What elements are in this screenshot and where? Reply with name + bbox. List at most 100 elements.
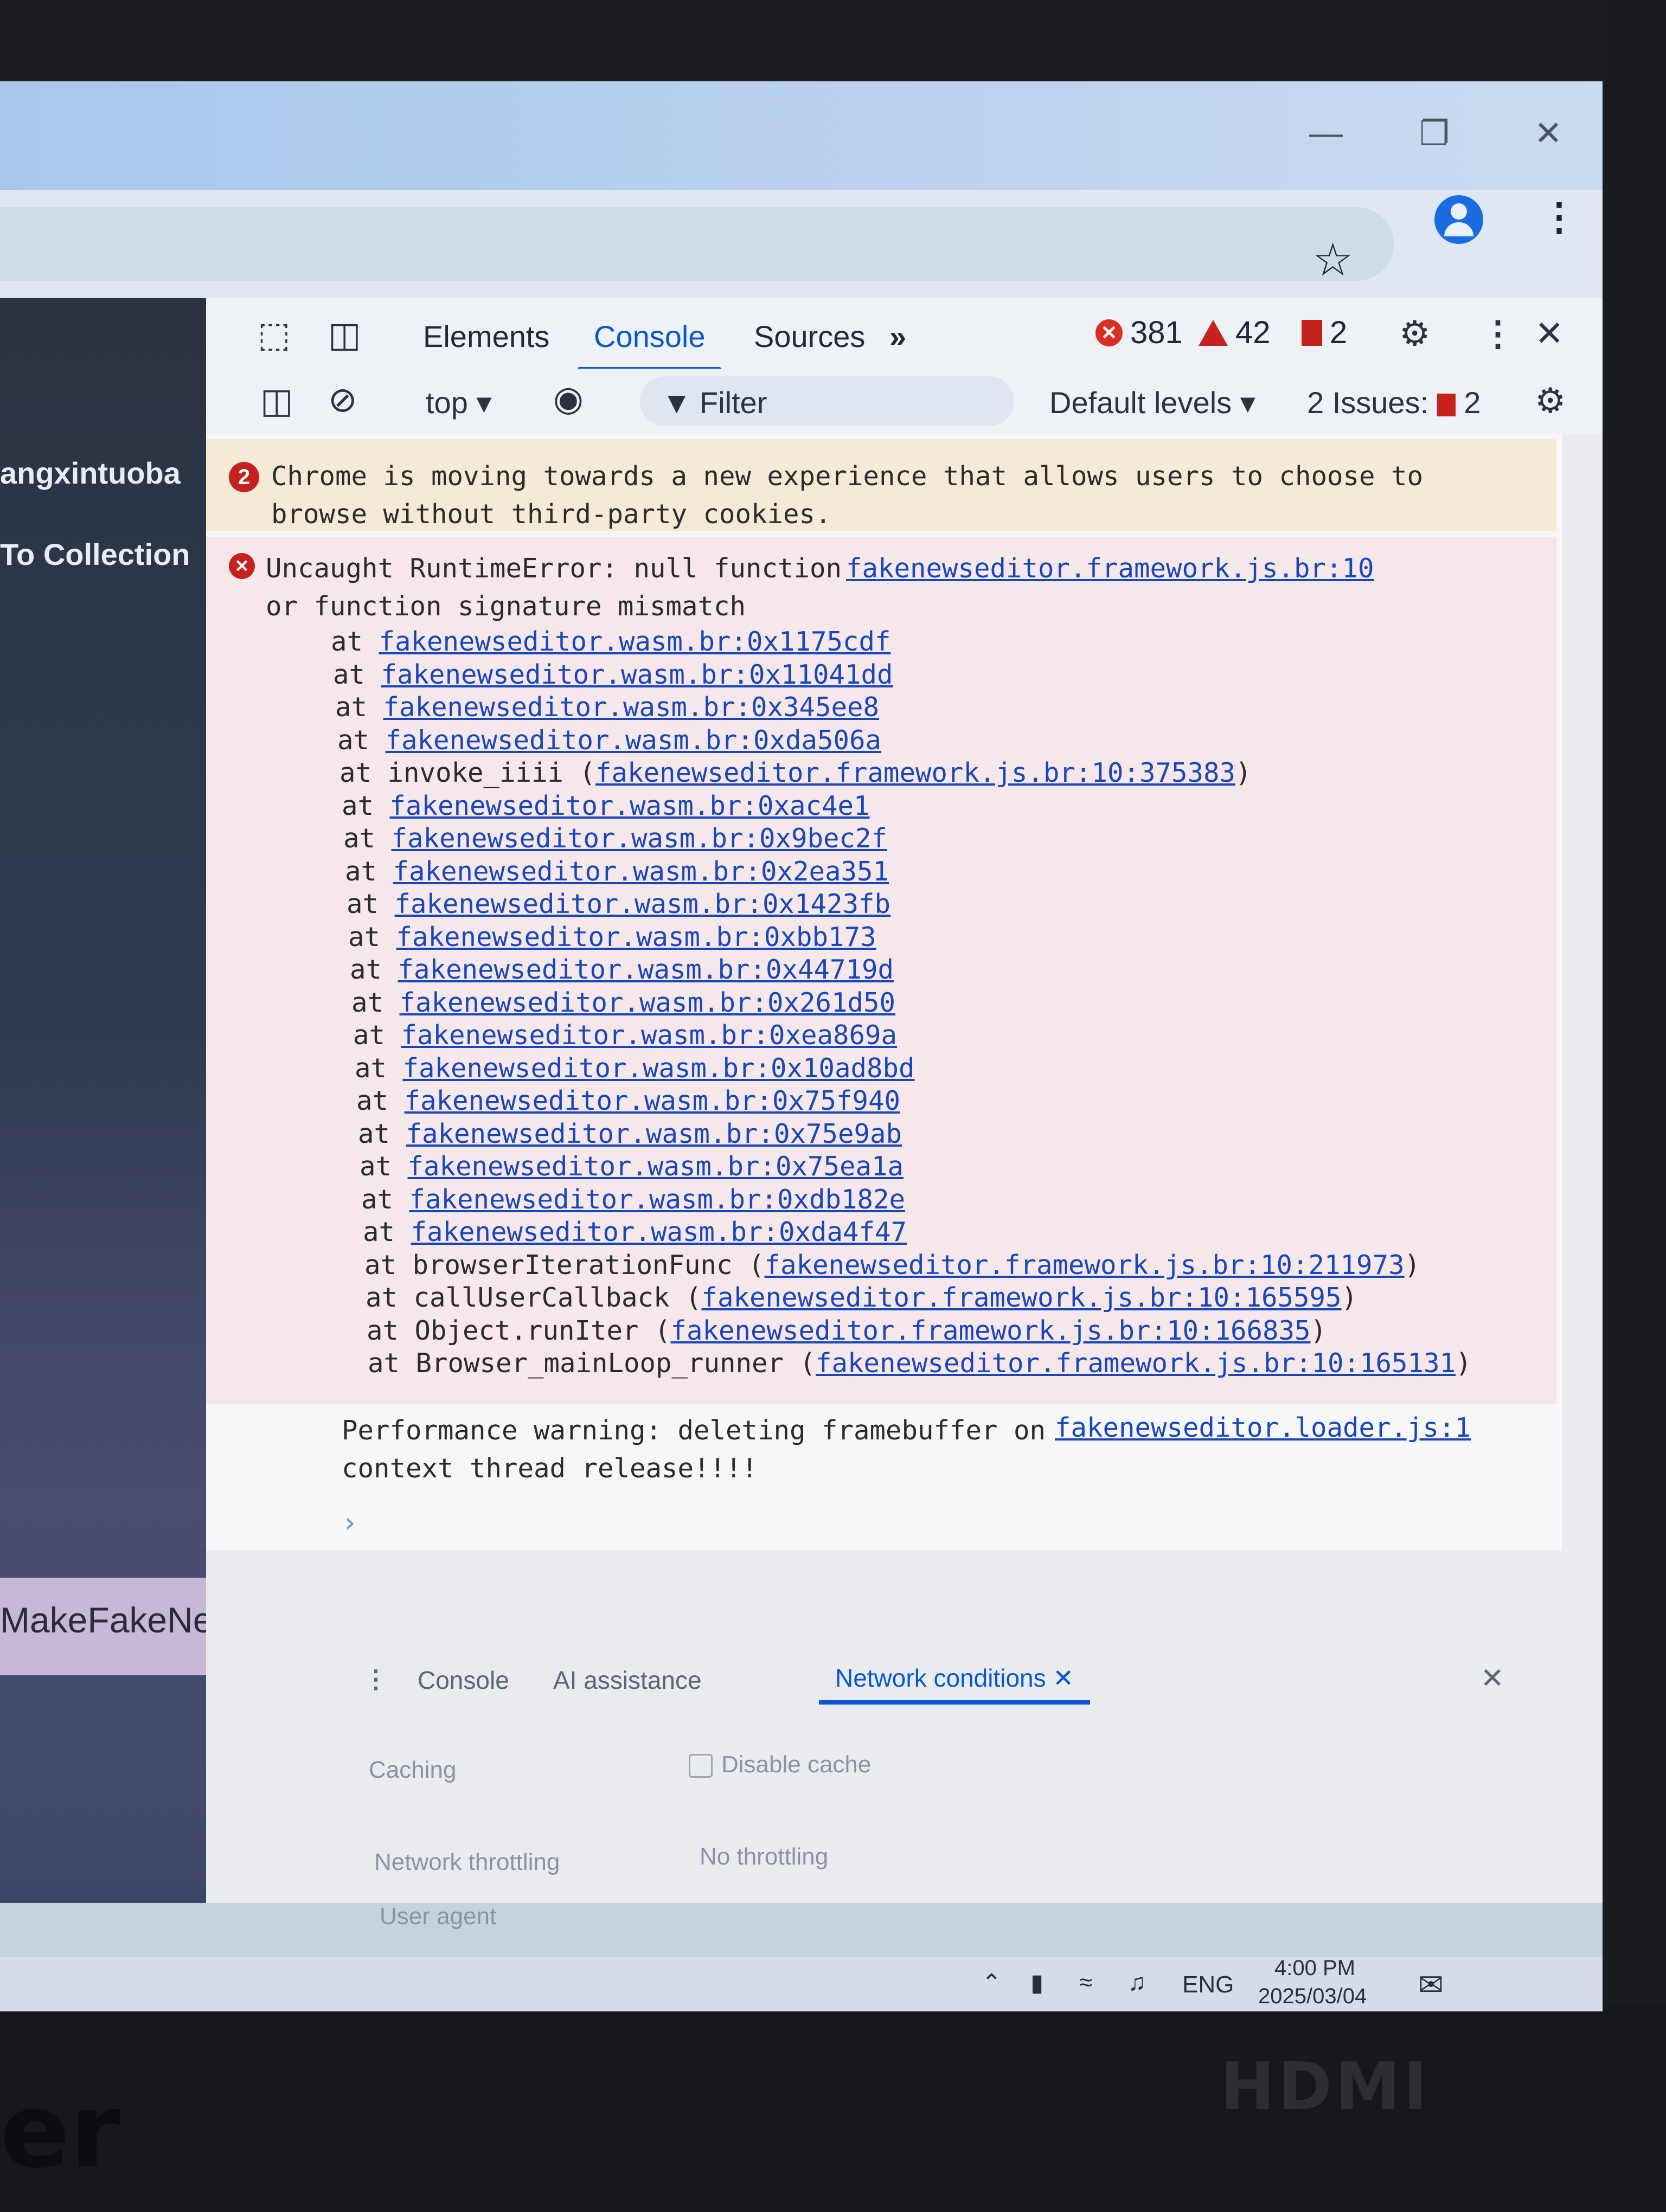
stack-frame-link[interactable]: fakenewseditor.wasm.br:0x75f940 xyxy=(405,1085,901,1116)
stack-frame-link[interactable]: fakenewseditor.wasm.br:0x44719d xyxy=(398,954,894,985)
stack-frame-link[interactable]: fakenewseditor.wasm.br:0xda4f47 xyxy=(411,1217,907,1248)
stack-frame-link[interactable]: fakenewseditor.wasm.br:0x9bec2f xyxy=(392,823,888,854)
info-line-2: browse without third-party cookies. xyxy=(271,499,831,530)
console-output: 2 Chrome is moving towards a new experie… xyxy=(206,434,1562,1551)
stack-frame-link[interactable]: fakenewseditor.framework.js.br:10:211973 xyxy=(765,1250,1405,1281)
issue-flag-icon xyxy=(1437,394,1456,417)
error-source-link[interactable]: fakenewseditor.framework.js.br:10 xyxy=(846,553,1374,584)
stack-frame: at fakenewseditor.wasm.br:0x75ea1a xyxy=(360,1151,904,1182)
close-drawer-icon[interactable]: ✕ xyxy=(1481,1662,1504,1695)
more-tabs-chevron-icon[interactable]: » xyxy=(889,319,906,354)
drawer-menu-icon[interactable]: ⋮ xyxy=(363,1664,388,1694)
clock-date[interactable]: 2025/03/04 xyxy=(1258,1984,1367,2009)
stack-frame-link[interactable]: fakenewseditor.wasm.br:0x2ea351 xyxy=(393,856,889,887)
tab-sources[interactable]: Sources xyxy=(754,319,865,354)
battery-icon[interactable]: ▮ xyxy=(1030,1969,1043,1997)
stack-frame-prefix: at xyxy=(348,922,381,953)
bookmark-star-icon[interactable]: ☆ xyxy=(1312,233,1353,286)
laptop-brand-logo: er xyxy=(0,2071,121,2191)
inspect-element-icon[interactable]: ⬚ xyxy=(258,314,290,355)
stack-frame-prefix: at xyxy=(345,856,377,887)
context-selector[interactable]: top ▾ xyxy=(426,385,492,421)
stack-frame: at callUserCallback (fakenewseditor.fram… xyxy=(366,1282,1357,1313)
stack-frame-link[interactable]: fakenewseditor.framework.js.br:10:165131 xyxy=(816,1348,1456,1379)
drawer-tab-bar: ⋮ Console AI assistance Network conditio… xyxy=(206,1654,1562,1713)
stack-frame-suffix: ) xyxy=(1341,1282,1358,1313)
stack-frame: at fakenewseditor.wasm.br:0x1423fb xyxy=(347,889,890,919)
notification-icon[interactable]: ✉ xyxy=(1418,1967,1444,2003)
stack-frame-suffix: ) xyxy=(1235,757,1252,788)
close-tab-icon[interactable]: ✕ xyxy=(1053,1664,1074,1692)
perf-warning-line-2: context thread release!!!! xyxy=(342,1453,758,1484)
clock-time[interactable]: 4:00 PM xyxy=(1274,1956,1355,1980)
stack-frame-link[interactable]: fakenewseditor.wasm.br:0xac4e1 xyxy=(390,790,870,821)
stack-frame: at fakenewseditor.wasm.br:0x9bec2f xyxy=(343,823,887,854)
warning-count[interactable]: 42 xyxy=(1199,314,1271,351)
tab-console[interactable]: Console xyxy=(577,319,722,371)
stack-frame-prefix: at xyxy=(337,725,370,756)
drawer-tab-network-conditions[interactable]: Network conditions ✕ xyxy=(819,1663,1090,1705)
console-toolbar: ◫ ⊘ top ▾ ◉ ▼ Filter Default levels ▾ 2 … xyxy=(206,369,1603,434)
issues-link[interactable]: 2 Issues: 2 xyxy=(1307,385,1481,420)
stack-frame-link[interactable]: fakenewseditor.wasm.br:0x10ad8bd xyxy=(403,1053,915,1084)
close-window-button[interactable]: ✕ xyxy=(1524,108,1573,157)
minimize-button[interactable]: — xyxy=(1302,108,1350,157)
stack-frame: at fakenewseditor.wasm.br:0xdb182e xyxy=(361,1184,905,1215)
live-expression-eye-icon[interactable]: ◉ xyxy=(553,378,584,419)
error-count[interactable]: ✕ 381 xyxy=(1095,314,1183,351)
disable-cache-checkbox[interactable]: Disable cache xyxy=(689,1751,871,1778)
drawer-tab-ai-assistance[interactable]: AI assistance xyxy=(553,1666,702,1695)
stack-frame-link[interactable]: fakenewseditor.framework.js.br:10:166835 xyxy=(671,1315,1311,1346)
issues-count[interactable]: 2 xyxy=(1302,314,1347,351)
clear-console-icon[interactable]: ⊘ xyxy=(328,380,357,420)
caching-label: Caching xyxy=(369,1757,457,1783)
stack-frame-link[interactable]: fakenewseditor.wasm.br:0x11041dd xyxy=(381,659,893,690)
stack-frame-prefix: at xyxy=(343,823,376,854)
filter-placeholder: Filter xyxy=(700,385,767,420)
language-indicator[interactable]: ENG xyxy=(1182,1971,1234,1998)
stack-frame-suffix: ) xyxy=(1404,1250,1421,1281)
stack-frame-link[interactable]: fakenewseditor.wasm.br:0x75e9ab xyxy=(406,1118,902,1149)
filter-input[interactable]: ▼ Filter xyxy=(640,376,1014,426)
stack-frame-link[interactable]: fakenewseditor.framework.js.br:10:375383 xyxy=(595,757,1235,788)
stack-frame: at fakenewseditor.wasm.br:0x75f940 xyxy=(356,1085,900,1116)
close-devtools-icon[interactable]: ✕ xyxy=(1535,313,1564,354)
restore-button[interactable]: ❐ xyxy=(1410,108,1459,157)
log-levels-dropdown[interactable]: Default levels ▾ xyxy=(1049,385,1255,421)
stack-frame: at fakenewseditor.wasm.br:0x345ee8 xyxy=(335,692,879,723)
stack-frame-link[interactable]: fakenewseditor.wasm.br:0x75ea1a xyxy=(408,1151,904,1182)
drawer-tab-console[interactable]: Console xyxy=(418,1666,509,1695)
console-prompt[interactable]: › xyxy=(342,1507,358,1538)
sidebar-toggle-icon[interactable]: ◫ xyxy=(260,381,293,421)
stack-frame-link[interactable]: fakenewseditor.wasm.br:0x345ee8 xyxy=(383,692,880,723)
nav-item-to-collection[interactable]: To Collection xyxy=(0,537,190,572)
device-toolbar-icon[interactable]: ◫ xyxy=(328,314,361,355)
info-line-1: Chrome is moving towards a new experienc… xyxy=(271,461,1424,492)
stack-frame-link[interactable]: fakenewseditor.wasm.br:0xda506a xyxy=(386,725,882,756)
browser-menu-icon[interactable]: ⋮ xyxy=(1540,198,1578,236)
tab-elements[interactable]: Elements xyxy=(423,319,549,354)
console-settings-gear-icon[interactable]: ⚙ xyxy=(1535,381,1566,421)
tray-chevron-icon[interactable]: ⌃ xyxy=(982,1969,1002,1997)
stack-frame-link[interactable]: fakenewseditor.wasm.br:0xbb173 xyxy=(396,922,876,953)
stack-frame-link[interactable]: fakenewseditor.wasm.br:0xdb182e xyxy=(409,1184,906,1215)
perf-warning-source-link[interactable]: fakenewseditor.loader.js:1 xyxy=(1055,1412,1471,1443)
devtools-menu-icon[interactable]: ⋮ xyxy=(1481,313,1515,354)
stack-frame-link[interactable]: fakenewseditor.framework.js.br:10:165595 xyxy=(702,1282,1342,1313)
address-bar[interactable]: ☆ xyxy=(0,207,1394,285)
profile-avatar-icon[interactable] xyxy=(1434,195,1483,244)
stack-frame-link[interactable]: fakenewseditor.wasm.br:0x261d50 xyxy=(400,987,896,1018)
stack-frame: at fakenewseditor.wasm.br:0x1175cdf xyxy=(331,626,891,657)
volume-icon[interactable]: ♫ xyxy=(1128,1969,1146,1996)
nav-item-angxintuoba[interactable]: angxintuoba xyxy=(0,455,181,491)
wifi-icon[interactable]: ≈ xyxy=(1079,1969,1092,1996)
stack-frame-link[interactable]: fakenewseditor.wasm.br:0x1175cdf xyxy=(379,626,891,657)
settings-gear-icon[interactable]: ⚙ xyxy=(1399,313,1430,354)
stack-frame-link[interactable]: fakenewseditor.wasm.br:0xea869a xyxy=(401,1020,898,1051)
stack-frame-prefix: at Browser_mainLoop_runner ( xyxy=(368,1348,816,1379)
stack-frame-link[interactable]: fakenewseditor.wasm.br:0x1423fb xyxy=(395,889,891,919)
filter-funnel-icon: ▼ xyxy=(662,385,692,420)
issue-flag-icon xyxy=(1302,319,1322,346)
warning-icon xyxy=(1199,319,1228,346)
throttling-select[interactable]: No throttling xyxy=(700,1843,828,1870)
